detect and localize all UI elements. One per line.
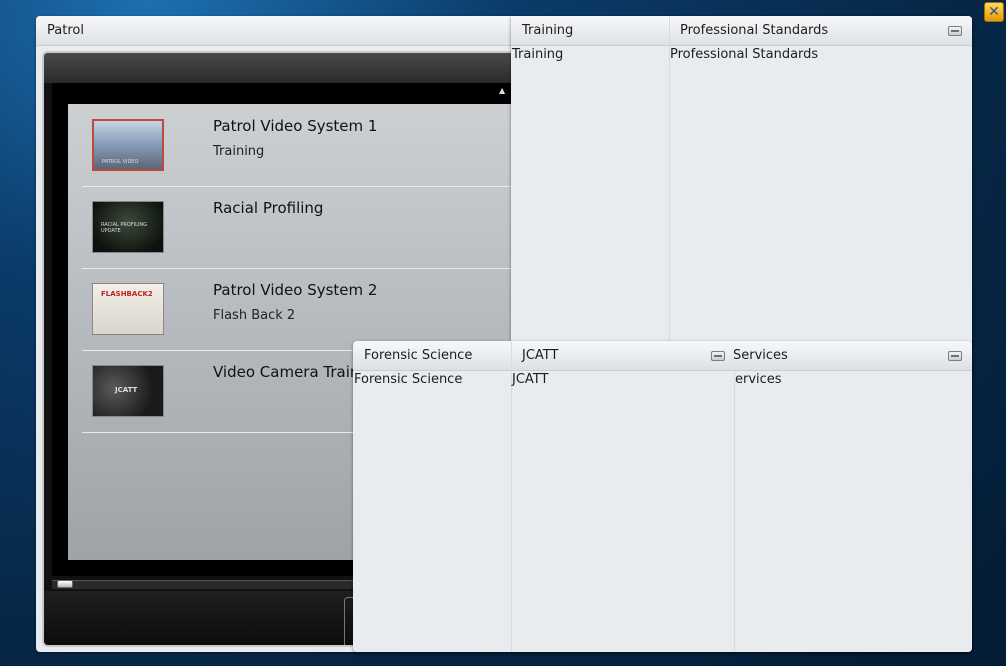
video-list-item[interactable]: RACIAL PROFILING UPDATE Racial Profiling [82, 186, 520, 269]
minimize-icon[interactable] [711, 351, 725, 361]
column-divider [734, 371, 735, 652]
video-list-item[interactable]: FLASHBACK2 Patrol Video System 2 Flash B… [82, 268, 520, 351]
category-item-forensic-science[interactable]: Forensic Science [354, 372, 462, 387]
thumbnail-text: JCATT [115, 386, 138, 394]
video-subtitle: Flash Back 2 [213, 308, 296, 323]
column-divider [669, 16, 670, 346]
video-title: Patrol Video System 2 [213, 281, 378, 299]
patrol-window-title: Patrol [47, 23, 84, 38]
close-icon: ✕ [988, 4, 1000, 20]
column-divider [511, 341, 512, 652]
category-item-professional-standards[interactable]: Professional Standards [670, 47, 818, 62]
thumbnail-text: PATROL VIDEO [102, 159, 139, 165]
video-title: Video Camera Train [213, 363, 360, 381]
bottom-category-window: Forensic Science JCATT Services Forensic… [353, 341, 972, 652]
top-category-window: Training Professional Standards Training… [511, 16, 972, 346]
video-title: Racial Profiling [213, 199, 324, 217]
scrub-handle[interactable] [57, 580, 73, 588]
column-header-forensic-science[interactable]: Forensic Science [364, 348, 472, 363]
video-thumbnail: PATROL VIDEO [92, 119, 164, 171]
video-thumbnail: FLASHBACK2 [92, 283, 164, 335]
thumbnail-text: FLASHBACK2 [101, 290, 153, 298]
column-header-jcatt[interactable]: JCATT [522, 348, 558, 363]
column-header-training[interactable]: Training [522, 23, 573, 38]
thumbnail-text: RACIAL PROFILING UPDATE [101, 222, 148, 234]
video-thumbnail: RACIAL PROFILING UPDATE [92, 201, 164, 253]
video-list-item[interactable]: PATROL VIDEO Patrol Video System 1 Train… [82, 104, 520, 187]
column-header-professional-standards[interactable]: Professional Standards [680, 23, 828, 38]
close-button[interactable]: ✕ [984, 2, 1004, 22]
category-item-training[interactable]: Training [512, 47, 563, 62]
top-category-header: Training Professional Standards [511, 16, 972, 46]
minimize-icon[interactable] [948, 351, 962, 361]
minimize-icon[interactable] [948, 26, 962, 36]
category-item-jcatt[interactable]: JCATT [512, 372, 548, 387]
column-header-services[interactable]: Services [733, 348, 788, 363]
category-item-services[interactable]: ervices [735, 372, 782, 387]
player-top-bar [44, 53, 520, 83]
scroll-up-icon[interactable]: ▲ [499, 86, 505, 95]
video-title: Patrol Video System 1 [213, 117, 378, 135]
video-thumbnail: JCATT [92, 365, 164, 417]
video-subtitle: Training [213, 144, 265, 159]
bottom-category-header: Forensic Science JCATT Services [353, 341, 972, 371]
